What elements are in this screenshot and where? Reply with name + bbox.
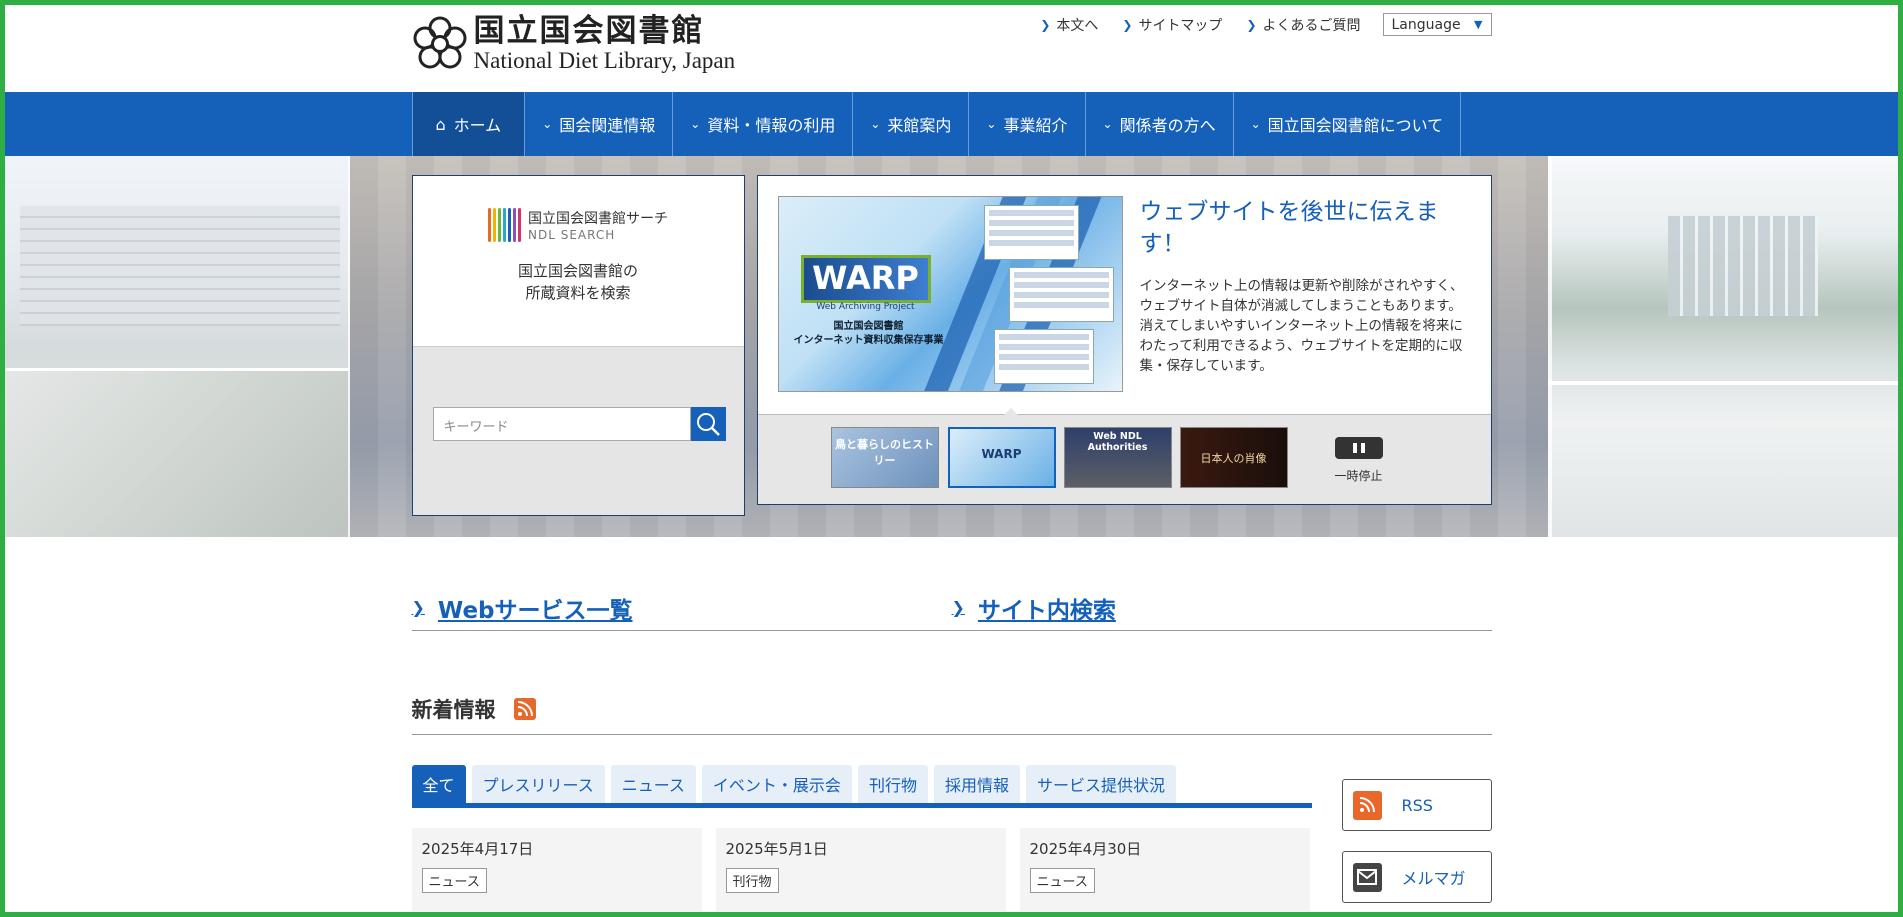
site-header: 国立国会図書館 National Diet Library, Japan ❯ 本文…	[412, 0, 1492, 92]
nav-item-materials[interactable]: ⌄ 資料・情報の利用	[673, 92, 854, 156]
tab-press-release[interactable]: プレスリリース	[471, 765, 605, 803]
pause-label: 一時停止	[1334, 469, 1383, 483]
chevron-down-icon: ⌄	[690, 117, 701, 131]
ndl-emblem-icon	[413, 16, 466, 69]
news-category-badge: ニュース	[1029, 868, 1095, 893]
nav-item-about[interactable]: ⌄ 国立国会図書館について	[1234, 92, 1462, 156]
quick-links: ❯ Webサービス一覧 ❯ サイト内検索	[411, 585, 1492, 631]
carousel-thumbnails: 鳥と暮らしのヒストリー WARP Web NDL Authorities 日本人…	[757, 408, 1491, 504]
chevron-right-icon: ❯	[1040, 17, 1051, 32]
news-card[interactable]: 2025年4月30日 ニュース	[1019, 828, 1310, 917]
carousel-slide[interactable]: WARP Web Archiving Project 国立国会図書館 インターネッ…	[758, 176, 1491, 414]
mail-magazine-button[interactable]: メルマガ	[1341, 851, 1492, 903]
ndl-search-description: 国立国会図書館の 所蔵資料を検索	[517, 262, 638, 302]
news-card[interactable]: 2025年4月17日 ニュース	[411, 828, 702, 917]
skip-to-content-link[interactable]: ❯ 本文へ	[1040, 15, 1098, 35]
ndl-search-logo[interactable]: 国立国会図書館サーチ NDL SEARCH	[413, 176, 744, 242]
tab-service-status[interactable]: サービス提供状況	[1025, 765, 1176, 803]
mail-icon	[1352, 862, 1382, 892]
chevron-right-icon: ❯	[1246, 17, 1257, 32]
nav-item-stakeholders[interactable]: ⌄ 関係者の方へ	[1086, 92, 1234, 156]
thumb-warp[interactable]: WARP	[947, 427, 1056, 488]
search-icon	[697, 413, 720, 436]
pause-icon	[1352, 443, 1357, 453]
news-tabs: 全て プレスリリース ニュース イベント・展示会 刊行物 採用情報 サービス提供…	[411, 765, 1312, 808]
rss-button[interactable]: RSS	[1341, 779, 1492, 831]
feature-carousel: WARP Web Archiving Project 国立国会図書館 インターネッ…	[756, 175, 1492, 505]
chevron-down-icon: ⌄	[1102, 117, 1113, 131]
thumb-birds[interactable]: 鳥と暮らしのヒストリー	[830, 427, 939, 488]
tab-recruitment[interactable]: 採用情報	[933, 765, 1020, 803]
nav-item-home[interactable]: ⌂ ホーム	[411, 92, 526, 156]
ndl-search-brand: 国立国会図書館サーチ	[528, 211, 668, 227]
keyword-search-input[interactable]: キーワード	[432, 407, 691, 441]
faq-link[interactable]: ❯ よくあるご質問	[1246, 15, 1360, 35]
rss-icon[interactable]	[513, 698, 536, 720]
site-logo[interactable]: 国立国会図書館 National Diet Library, Japan	[412, 13, 736, 74]
utility-links: ❯ 本文へ ❯ サイトマップ ❯ よくあるご質問 Language ▼	[1016, 13, 1492, 36]
news-category-badge: 刊行物	[725, 868, 779, 893]
ndl-search-brand-en: NDL SEARCH	[528, 228, 616, 242]
news-date: 2025年5月1日	[725, 840, 828, 858]
chevron-down-icon: ⌄	[870, 117, 881, 131]
home-icon: ⌂	[435, 114, 446, 134]
slide-title[interactable]: ウェブサイトを後世に伝えます！	[1140, 196, 1470, 260]
chevron-down-icon: ⌄	[986, 117, 997, 131]
chevron-down-icon: ▼	[1474, 18, 1483, 31]
news-list: 2025年4月17日 ニュース 2025年5月1日 刊行物 2025年4月30日…	[411, 828, 1312, 917]
news-date: 2025年4月30日	[1029, 840, 1142, 858]
language-select[interactable]: Language ▼	[1382, 13, 1492, 36]
main-nav: ⌂ ホーム ⌄ 国会関連情報 ⌄ 資料・情報の利用 ⌄ 来館案内 ⌄ 事業紹介 ⌄ 関係者の…	[0, 92, 1903, 156]
ndl-search-logo-icon	[488, 208, 521, 242]
logo-english: National Diet Library, Japan	[473, 48, 736, 73]
warp-banner-image[interactable]: WARP Web Archiving Project 国立国会図書館 インターネッ…	[777, 196, 1123, 392]
news-date: 2025年4月17日	[421, 840, 534, 858]
nav-item-visit[interactable]: ⌄ 来館案内	[853, 92, 970, 156]
site-search-link[interactable]: ❯ サイト内検索	[952, 585, 1492, 630]
tab-all[interactable]: 全て	[411, 765, 466, 803]
thumb-portraits[interactable]: 日本人の肖像	[1179, 427, 1288, 488]
ndl-search-panel: 国立国会図書館サーチ NDL SEARCH 国立国会図書館の 所蔵資料を検索 キ…	[411, 175, 745, 516]
tab-events[interactable]: イベント・展示会	[701, 765, 852, 803]
news-title: 新着情報	[411, 698, 496, 722]
nav-item-projects[interactable]: ⌄ 事業紹介	[969, 92, 1086, 156]
chevron-right-icon: ❯	[1122, 17, 1133, 32]
web-services-link[interactable]: ❯ Webサービス一覧	[412, 585, 952, 630]
chevron-down-icon: ⌄	[542, 117, 553, 131]
carousel-pause-button[interactable]	[1334, 437, 1383, 459]
sitemap-link[interactable]: ❯ サイトマップ	[1122, 15, 1222, 35]
news-header: 新着情報	[411, 694, 1492, 735]
search-button[interactable]	[690, 407, 726, 441]
tab-publications[interactable]: 刊行物	[857, 765, 928, 803]
chevron-down-icon: ⌄	[1250, 117, 1261, 131]
slide-description: インターネット上の情報は更新や削除がされやすく、ウェブサイト自体が消滅してしまう…	[1139, 278, 1464, 374]
warp-logo: WARP	[800, 255, 931, 303]
rss-icon	[1352, 790, 1382, 820]
news-card[interactable]: 2025年5月1日 刊行物	[715, 828, 1006, 917]
chevron-right-icon: ❯	[411, 598, 425, 617]
hero-banner: 国立国会図書館サーチ NDL SEARCH 国立国会図書館の 所蔵資料を検索 キ…	[0, 156, 1903, 537]
thumb-web-ndl-authorities[interactable]: Web NDL Authorities	[1063, 427, 1172, 488]
news-category-badge: ニュース	[421, 868, 487, 893]
tab-news[interactable]: ニュース	[610, 765, 696, 803]
nav-item-diet-info[interactable]: ⌄ 国会関連情報	[525, 92, 674, 156]
logo-japanese: 国立国会図書館	[473, 13, 705, 49]
chevron-right-icon: ❯	[951, 598, 965, 617]
